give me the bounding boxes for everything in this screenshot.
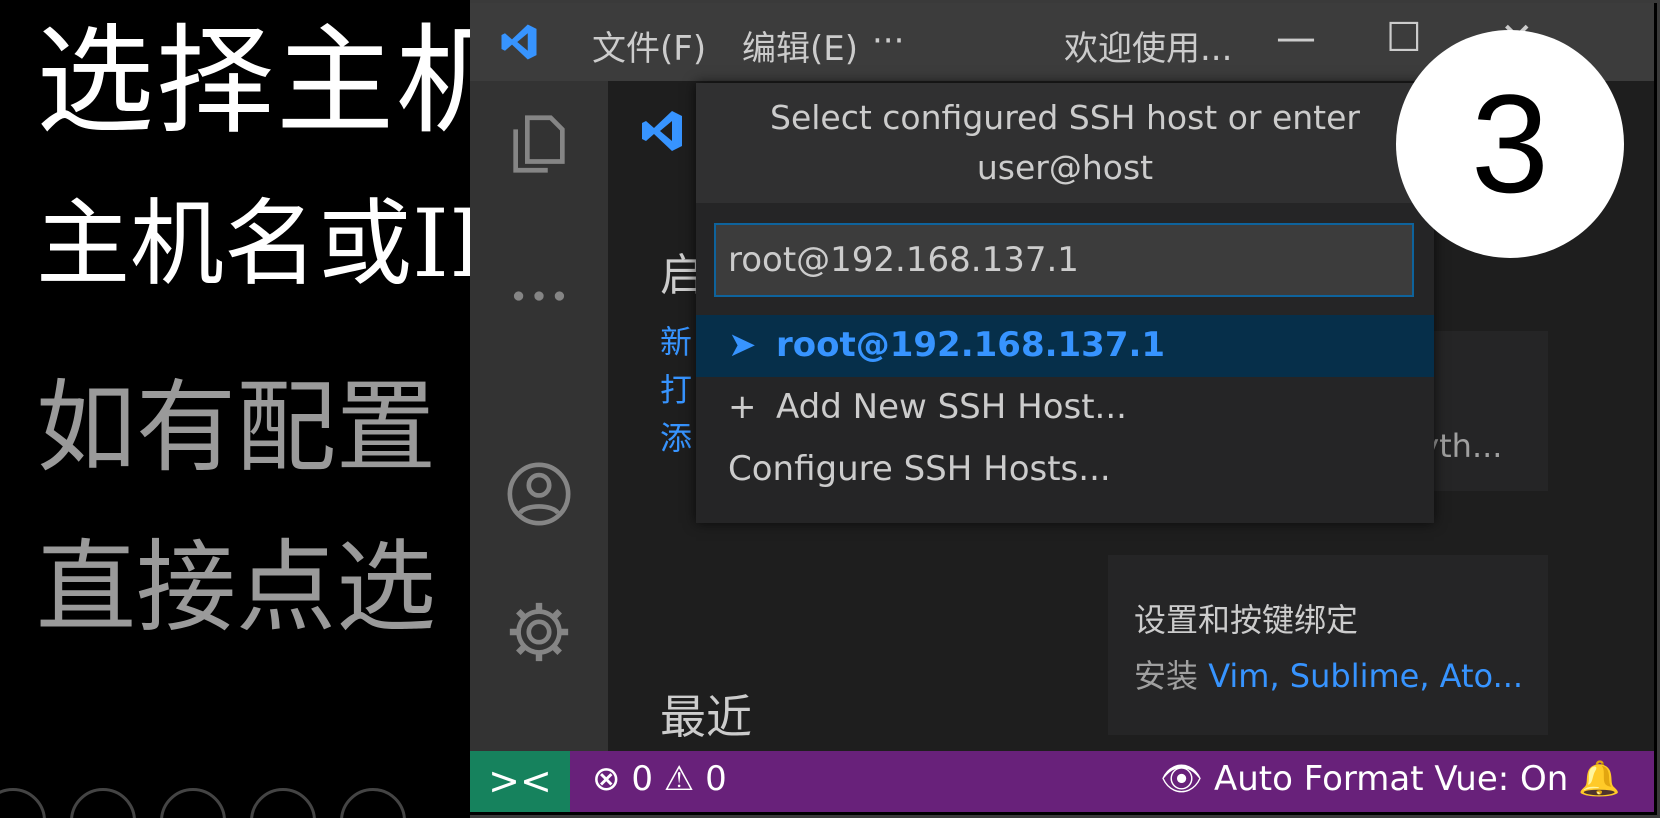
menu-file[interactable]: 文件(F) xyxy=(592,21,706,70)
error-count: 0 xyxy=(631,759,653,799)
explorer-icon[interactable] xyxy=(504,109,574,179)
menu-more[interactable]: ··· xyxy=(872,21,904,61)
ssh-host-input[interactable] xyxy=(714,223,1414,297)
settings-card-links[interactable]: Vim, Sublime, Ato... xyxy=(1208,657,1523,695)
settings-card-prefix: 安装 xyxy=(1134,657,1209,695)
step-badge: 3 xyxy=(1396,30,1624,258)
quick-pick-item-host[interactable]: ➤ root@192.168.137.1 xyxy=(696,315,1434,377)
vscode-logo-icon xyxy=(501,24,537,60)
start-link-open[interactable]: 打 xyxy=(660,365,692,411)
quick-pick-title: Select configured SSH host or enter user… xyxy=(696,83,1434,203)
annotation-line-1: 选择主机 xyxy=(36,12,470,150)
problems-indicator[interactable]: ⊗ 0 ⚠ 0 xyxy=(592,759,727,799)
activity-bar xyxy=(470,81,608,751)
step-number: 3 xyxy=(1471,65,1549,222)
error-icon: ⊗ xyxy=(592,759,621,799)
welcome-logo-icon xyxy=(642,111,682,151)
notifications-bell-icon[interactable]: 🔔 xyxy=(1578,759,1620,799)
warning-icon: ⚠ xyxy=(663,759,695,799)
recent-heading: 最近 xyxy=(660,690,752,744)
annotation-panel: 选择主机 主机名或IP 如有配置 直接点选 xyxy=(0,0,470,818)
settings-card[interactable]: 设置和按键绑定 安装 Vim, Sublime, Ato... xyxy=(1108,555,1548,735)
minimize-button[interactable]: — xyxy=(1276,15,1316,61)
annotation-line-2: 主机名或IP xyxy=(36,190,470,299)
quick-pick-item-label: Add New SSH Host... xyxy=(776,387,1127,427)
settings-card-title: 设置和按键绑定 xyxy=(1134,601,1359,639)
warning-count: 0 xyxy=(705,759,727,799)
account-icon[interactable] xyxy=(504,459,574,529)
taskbar-fragment xyxy=(0,788,470,818)
remote-indicator[interactable]: >< xyxy=(470,751,570,812)
more-icon[interactable] xyxy=(504,261,574,331)
eye-icon: 👁 xyxy=(1160,759,1204,799)
quick-pick-item-add[interactable]: + Add New SSH Host... xyxy=(696,377,1434,439)
annotation-line-4: 直接点选 xyxy=(36,529,436,646)
arrow-icon: ➤ xyxy=(728,325,757,365)
menu-edit[interactable]: 编辑(E) xyxy=(742,21,858,70)
window-title: 欢迎使用... xyxy=(1064,29,1233,69)
start-link-add[interactable]: 添 xyxy=(660,413,692,459)
auto-format-label: Auto Format Vue: On xyxy=(1213,759,1569,799)
plus-icon: + xyxy=(728,387,757,427)
start-link-new[interactable]: 新 xyxy=(660,317,692,363)
ssh-host-quick-pick: Select configured SSH host or enter user… xyxy=(696,83,1434,523)
quick-pick-item-configure[interactable]: Configure SSH Hosts... xyxy=(696,439,1434,501)
quick-pick-item-label: root@192.168.137.1 xyxy=(776,325,1166,365)
settings-gear-icon[interactable] xyxy=(504,597,574,667)
quick-pick-item-label: Configure SSH Hosts... xyxy=(728,449,1111,489)
status-bar: >< ⊗ 0 ⚠ 0 👁 Auto Format Vue: On 🔔 xyxy=(470,751,1654,812)
annotation-line-3: 如有配置 xyxy=(36,369,436,486)
auto-format-status[interactable]: 👁 Auto Format Vue: On xyxy=(1160,759,1568,799)
